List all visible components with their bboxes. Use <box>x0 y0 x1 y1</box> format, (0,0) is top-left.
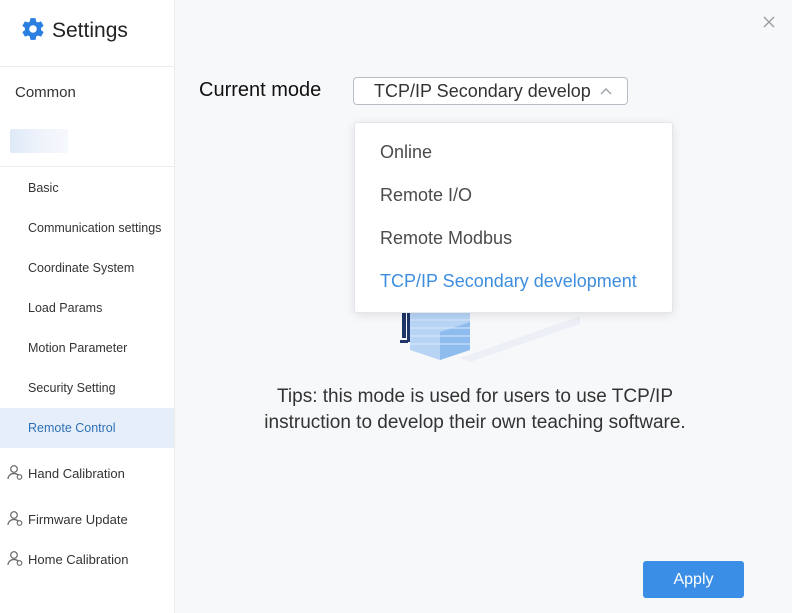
sidebar-item-basic[interactable]: Basic <box>0 168 174 208</box>
sidebar-item-label: Security Setting <box>28 381 116 395</box>
mode-select[interactable]: TCP/IP Secondary development <box>353 77 628 105</box>
mode-dropdown-menu: Online Remote I/O Remote Modbus TCP/IP S… <box>354 122 673 313</box>
chevron-up-icon <box>599 85 613 104</box>
app-header: Settings <box>20 14 128 48</box>
sidebar-section-common[interactable]: Common <box>15 84 76 101</box>
sidebar: Settings Common Basic Communication sett… <box>0 0 175 613</box>
sidebar-item-communication-settings[interactable]: Communication settings <box>0 208 174 248</box>
remote-control-illustration <box>380 312 610 377</box>
apply-button[interactable]: Apply <box>643 561 744 598</box>
close-icon[interactable] <box>761 14 777 30</box>
sidebar-item-label: Load Params <box>28 301 103 315</box>
app-title: Settings <box>52 19 128 42</box>
option-tcpip-secondary-development[interactable]: TCP/IP Secondary development <box>355 260 672 303</box>
option-online[interactable]: Online <box>355 131 672 174</box>
tips-line-2: instruction to develop their own teachin… <box>264 412 686 433</box>
redacted-label <box>10 129 68 153</box>
sidebar-item-security-setting[interactable]: Security Setting <box>0 368 174 408</box>
sidebar-group-home-calibration[interactable]: Home Calibration <box>0 539 174 579</box>
option-remote-io[interactable]: Remote I/O <box>355 174 672 217</box>
divider <box>0 66 174 67</box>
sidebar-item-load-params[interactable]: Load Params <box>0 288 174 328</box>
divider <box>0 166 174 167</box>
tips-text: Tips: this mode is used for users to use… <box>215 384 735 436</box>
sidebar-group-firmware-update[interactable]: Firmware Update <box>0 499 174 539</box>
sidebar-item-coordinate-system[interactable]: Coordinate System <box>0 248 174 288</box>
sidebar-group-label: Home Calibration <box>28 551 129 567</box>
user-icon <box>6 549 24 570</box>
option-remote-modbus[interactable]: Remote Modbus <box>355 217 672 260</box>
tips-line-1: Tips: this mode is used for users to use… <box>277 386 673 407</box>
sidebar-item-remote-control[interactable]: Remote Control <box>0 408 174 448</box>
mode-select-value: TCP/IP Secondary development <box>374 80 592 101</box>
sidebar-item-motion-parameter[interactable]: Motion Parameter <box>0 328 174 368</box>
user-icon <box>6 509 24 530</box>
sidebar-group-label: Hand Calibration <box>28 465 125 481</box>
sidebar-group-label: Firmware Update <box>28 511 128 527</box>
sidebar-item-label: Basic <box>28 181 59 195</box>
sidebar-item-label: Communication settings <box>28 221 162 235</box>
sidebar-group-hand-calibration[interactable]: Hand Calibration <box>0 453 174 493</box>
gear-icon <box>20 16 46 47</box>
sidebar-item-label: Motion Parameter <box>28 341 128 355</box>
sidebar-item-label: Coordinate System <box>28 261 135 275</box>
sidebar-item-label: Remote Control <box>28 421 116 435</box>
user-icon <box>6 463 24 484</box>
current-mode-label: Current mode <box>199 79 322 101</box>
